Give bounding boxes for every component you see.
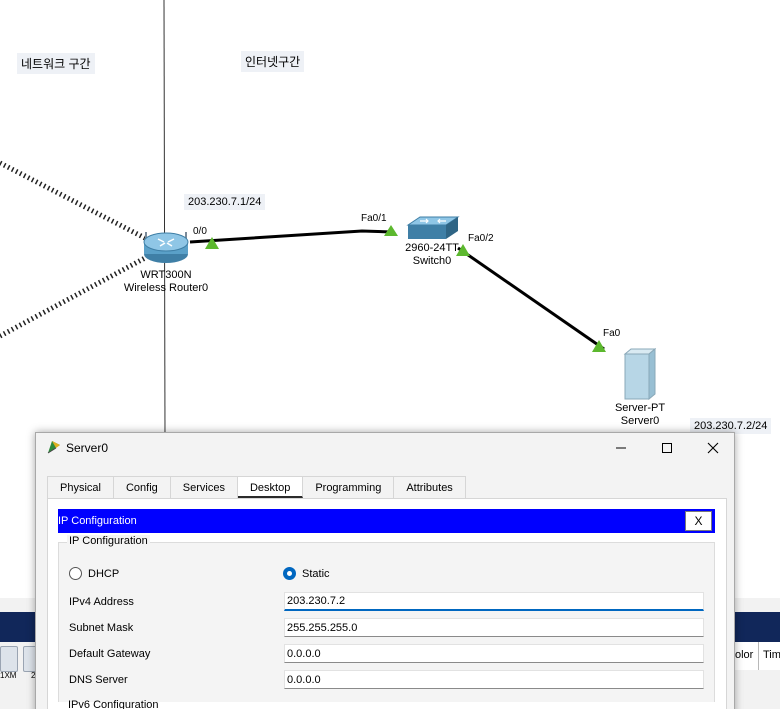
static-radio[interactable]: Static: [283, 567, 330, 580]
wireless-router-icon: [143, 232, 189, 263]
window-titlebar[interactable]: Server0: [36, 433, 734, 463]
server-icon: [623, 347, 657, 401]
cable-router-switch: [189, 229, 393, 244]
router-ip-note: 203.230.7.1/24: [184, 194, 266, 210]
ip-configuration-group: IP Configuration DHCP Static IPv4 Addres…: [58, 535, 715, 702]
switch-name-label: Switch0: [412, 255, 452, 267]
dhcp-radio[interactable]: DHCP: [69, 567, 119, 580]
port-label-server: Fa0: [603, 328, 621, 339]
dhcp-radio-indicator[interactable]: [69, 567, 82, 580]
tab-services[interactable]: Services: [170, 476, 238, 498]
zone-label-network: 네트워크 구간: [17, 53, 95, 74]
dns-server-field[interactable]: [284, 670, 704, 689]
static-radio-label: Static: [302, 567, 330, 580]
server-name-label: Server0: [620, 415, 660, 427]
server-caption: Server-PT Server0: [600, 402, 680, 428]
default-gateway-label: Default Gateway: [69, 648, 151, 660]
packet-tracer-app-icon: [47, 441, 60, 454]
close-window-button[interactable]: [690, 433, 736, 463]
subnet-mask-field[interactable]: [284, 618, 704, 637]
default-gateway-field[interactable]: [284, 644, 704, 663]
tab-programming[interactable]: Programming: [303, 476, 395, 498]
router-caption: WRT300N Wireless Router0: [116, 269, 216, 295]
ip-configuration-header: IP Configuration X: [58, 509, 715, 533]
ipv4-address-label: IPv4 Address: [69, 596, 134, 608]
close-icon: [707, 442, 719, 454]
switch-model-label: 2960-24TT: [405, 242, 459, 254]
pdu-column-time[interactable]: Tim: [758, 642, 780, 670]
window-title: Server0: [66, 441, 109, 455]
wireless-link-upper: [0, 160, 147, 241]
port-label-router: 0/0: [193, 226, 207, 237]
device-tabs: Physical Config Services Desktop Program…: [47, 476, 466, 498]
maximize-button[interactable]: [644, 433, 690, 463]
ip-configuration-header-title: IP Configuration: [58, 515, 137, 527]
zone-divider-line: [163, 0, 166, 441]
ip-configuration-close-button[interactable]: X: [685, 511, 712, 531]
dns-server-label: DNS Server: [69, 674, 128, 686]
router-name-label: Wireless Router0: [123, 282, 209, 294]
tab-physical[interactable]: Physical: [47, 476, 114, 498]
palette-tile-label: 1XM: [0, 671, 17, 680]
static-radio-indicator[interactable]: [283, 567, 296, 580]
tab-desktop[interactable]: Desktop: [237, 476, 304, 498]
tab-config[interactable]: Config: [113, 476, 171, 498]
ip-configuration-group-title: IP Configuration: [67, 535, 150, 547]
ipv6-configuration-group-title: IPv6 Configuration: [68, 699, 159, 709]
router-model-label: WRT300N: [140, 269, 192, 281]
zone-label-internet: 인터넷구간: [241, 51, 305, 72]
wireless-router-device[interactable]: [140, 222, 192, 266]
server-device[interactable]: [622, 347, 657, 401]
minimize-button[interactable]: [598, 433, 644, 463]
dhcp-radio-label: DHCP: [88, 567, 120, 580]
server-model-label: Server-PT: [614, 402, 666, 414]
cable-switch-server: [457, 246, 605, 351]
maximize-icon: [662, 443, 672, 453]
switch-caption: 2960-24TT Switch0: [392, 242, 472, 268]
palette-device-tile[interactable]: [0, 646, 18, 672]
server-config-window: Server0 Physical Config Services Desktop…: [35, 432, 735, 709]
subnet-mask-label: Subnet Mask: [69, 622, 134, 634]
port-label-switch-fa01: Fa0/1: [361, 213, 387, 224]
switch-device[interactable]: [406, 215, 460, 241]
desktop-tab-content: IP Configuration X IP Configuration DHCP…: [47, 498, 727, 709]
ipv4-address-field[interactable]: [284, 592, 704, 611]
tab-attributes[interactable]: Attributes: [394, 476, 466, 498]
minimize-icon: [616, 447, 626, 449]
switch-icon: [406, 216, 460, 239]
